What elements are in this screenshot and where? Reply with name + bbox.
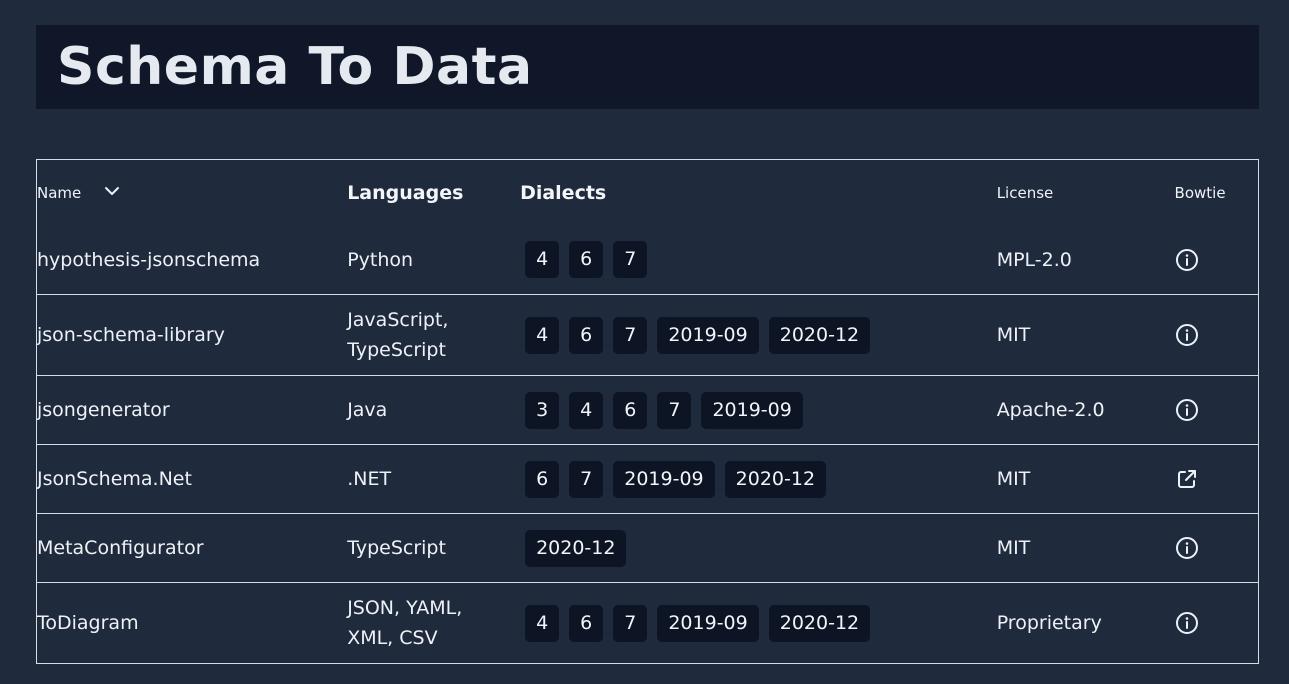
bowtie-cell: [1175, 445, 1259, 514]
implementation-name[interactable]: hypothesis-jsonschema: [37, 226, 348, 295]
dialect-badge: 4: [569, 391, 604, 429]
table-body: hypothesis-jsonschema Python 4 6 7 MPL-2.0 jso…: [36, 226, 1259, 664]
dialect-badge: 2019-09: [701, 391, 803, 429]
dialects-cell: 4 6 7 2019-09 2020-12: [520, 583, 997, 664]
dialect-badge: 2019-09: [657, 604, 759, 642]
implementation-name[interactable]: json-schema-library: [37, 295, 348, 376]
dialect-badge: 2020-12: [768, 316, 871, 354]
dialect-badge: 7: [657, 391, 692, 429]
dialect-badge: 7: [569, 460, 604, 498]
page-title: Schema To Data: [57, 37, 533, 97]
implementation-name[interactable]: jsongenerator: [37, 376, 348, 445]
languages-cell: JavaScript, TypeScript: [347, 295, 520, 376]
table-row: MetaConfigurator TypeScript 2020-12 MIT: [36, 514, 1259, 583]
language-line: TypeScript: [347, 537, 446, 559]
languages-cell: Python: [347, 226, 520, 295]
languages-cell: Java: [347, 376, 520, 445]
dialect-badge: 4: [525, 604, 560, 642]
bowtie-cell: [1175, 583, 1259, 664]
dialects-column-header: Dialects: [520, 181, 607, 204]
info-icon[interactable]: [1175, 537, 1199, 559]
dialects-cell: 6 7 2019-09 2020-12: [520, 445, 997, 514]
language-line: .NET: [347, 468, 392, 490]
languages-column-header: Languages: [347, 181, 464, 204]
external-link-icon[interactable]: [1175, 468, 1199, 490]
dialect-badge: 6: [525, 460, 560, 498]
info-icon[interactable]: [1175, 324, 1199, 346]
info-icon[interactable]: [1175, 612, 1199, 634]
dialect-badges: 6 7 2019-09 2020-12: [520, 460, 997, 498]
languages-cell: TypeScript: [347, 514, 520, 583]
implementations-table: Name Languages Dialects License Bowtie h…: [36, 159, 1259, 664]
license-cell: Proprietary: [996, 612, 1102, 634]
dialect-badge: 3: [525, 391, 560, 429]
dialect-badges: 467: [520, 241, 997, 279]
dialect-badges: 4 6 7 2019-09 2020-12: [520, 604, 997, 642]
implementation-name[interactable]: ToDiagram: [37, 583, 348, 664]
dialects-cell: 2020-12: [520, 514, 997, 583]
name-header-label: Name: [37, 183, 82, 202]
table-row: json-schema-library JavaScript, TypeScript…: [36, 295, 1259, 376]
implementation-name[interactable]: JsonSchema.Net: [37, 445, 348, 514]
dialects-cell: 3 4 6 7 2019-09: [520, 376, 997, 445]
dialect-badge: 2020-12: [724, 460, 827, 498]
dialect-badge: 7: [613, 316, 648, 354]
chevron-down-icon[interactable]: [104, 182, 120, 200]
language-line: Java: [347, 399, 388, 421]
table-row: jsongenerator Java 3 4 6 7 2019-09 Apache-2.0: [36, 376, 1259, 445]
language-line: TypeScript: [347, 339, 446, 361]
dialect-badge: 2019-09: [613, 460, 715, 498]
language-line: Python: [347, 248, 414, 271]
dialect-badge: 2020-12: [525, 529, 627, 567]
language-line: JavaScript,: [347, 309, 449, 331]
dialect-badges: 4 6 7 2019-09 2020-12: [520, 316, 997, 354]
dialect-badge: 4: [525, 241, 560, 279]
implementation-name[interactable]: MetaConfigurator: [37, 514, 348, 583]
table-header-row: Name Languages Dialects License Bowtie: [37, 160, 1259, 226]
dialect-badge: 6: [569, 604, 604, 642]
bowtie-column-header: Bowtie: [1174, 183, 1226, 202]
table-row: JsonSchema.Net .NET 6 7 2019-09 2020-12 MIT: [36, 445, 1259, 514]
license-cell: MPL-2.0: [996, 248, 1072, 271]
license-cell: MIT: [996, 468, 1031, 490]
license-cell: Apache-2.0: [996, 399, 1105, 421]
dialect-badges: 3 4 6 7 2019-09: [520, 391, 997, 429]
dialect-badges: 2020-12: [520, 529, 997, 567]
license-cell: MIT: [996, 537, 1031, 559]
bowtie-cell: [1175, 295, 1259, 376]
language-line: JSON, YAML,: [347, 597, 463, 619]
language-line: XML, CSV: [347, 627, 438, 649]
table-row: ToDiagram JSON, YAML, XML, CSV 4 6 7 2019-09 20…: [37, 583, 1259, 664]
table-row: hypothesis-jsonschema Python 4 6 7 MPL-2.0: [36, 226, 1259, 295]
dialect-badge: 4: [525, 316, 560, 354]
dialect-badge: 6: [569, 316, 604, 354]
dialects-cell: 4 6 7 2019-09 2020-12: [520, 295, 997, 376]
languages-cell: .NET: [347, 445, 520, 514]
dialect-badge: 2020-12: [768, 604, 871, 642]
dialect-badge: 7: [613, 241, 648, 279]
dialect-badge: 6: [613, 391, 648, 429]
bowtie-cell: [1175, 514, 1259, 583]
info-icon[interactable]: [1175, 248, 1199, 271]
title-bar: Schema To Data: [36, 25, 1259, 109]
languages-cell: JSON, YAML, XML, CSV: [347, 583, 520, 664]
dialect-badge: 6: [569, 241, 604, 279]
info-icon[interactable]: [1175, 399, 1199, 421]
license-column-header: License: [996, 183, 1054, 202]
license-cell: MIT: [996, 324, 1031, 346]
dialects-cell: 467: [520, 226, 997, 295]
bowtie-cell: [1175, 226, 1259, 295]
name-column-header[interactable]: Name: [37, 160, 348, 226]
dialect-badge: 2019-09: [657, 316, 759, 354]
bowtie-cell: [1175, 376, 1259, 445]
dialect-badge: 7: [613, 604, 648, 642]
